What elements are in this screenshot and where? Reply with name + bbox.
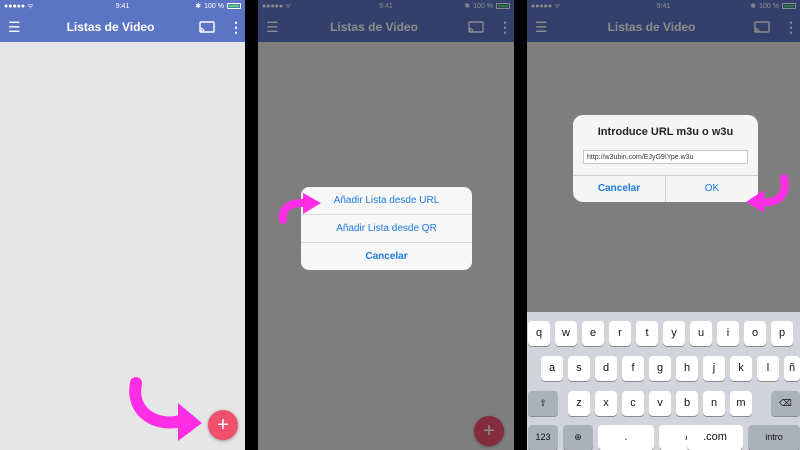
backspace-key[interactable]: ⌫ <box>771 391 800 416</box>
key-u[interactable]: u <box>690 321 712 346</box>
globe-icon: ⊕ <box>574 432 582 442</box>
key-m[interactable]: m <box>730 391 752 416</box>
add-from-url-option[interactable]: Añadir Lista desde URL <box>301 187 472 215</box>
key-h[interactable]: h <box>676 356 698 381</box>
dotcom-key[interactable]: .com <box>687 425 743 450</box>
key-k[interactable]: k <box>730 356 752 381</box>
add-list-fab[interactable]: + <box>208 410 238 440</box>
keyboard-row-2: a s d f g h j k l ñ <box>527 356 800 382</box>
return-key[interactable]: intro <box>748 425 800 450</box>
key-g[interactable]: g <box>649 356 671 381</box>
phone-screen-3: ●●●●● ᯤ 9:41 ✱ 100 % ☰ Listas de Video ⋮… <box>527 0 800 450</box>
key-w[interactable]: w <box>555 321 577 346</box>
shift-icon: ⇧ <box>539 398 547 408</box>
plus-icon: + <box>217 414 229 436</box>
key-e[interactable]: e <box>582 321 604 346</box>
key-z[interactable]: z <box>568 391 590 416</box>
key-b[interactable]: b <box>676 391 698 416</box>
key-f[interactable]: f <box>622 356 644 381</box>
key-v[interactable]: v <box>649 391 671 416</box>
key-x[interactable]: x <box>595 391 617 416</box>
status-bar: ●●●●● ᯤ 9:41 ✱ 100 % <box>0 0 245 12</box>
more-icon[interactable]: ⋮ <box>229 19 243 36</box>
key-n[interactable]: n <box>703 391 725 416</box>
keyboard-row-3: ⇧ z x c v b n m ⌫ <box>527 391 800 417</box>
key-s[interactable]: s <box>568 356 590 381</box>
key-l[interactable]: l <box>757 356 779 381</box>
shift-key[interactable]: ⇧ <box>528 391 558 416</box>
key-y[interactable]: y <box>663 321 685 346</box>
status-time: 9:41 <box>115 2 130 10</box>
dialog-buttons: Cancelar OK <box>573 175 758 202</box>
key-p[interactable]: p <box>771 321 793 346</box>
keyboard-row-4: 123 ⊕ . / .com intro <box>527 425 800 450</box>
key-t[interactable]: t <box>636 321 658 346</box>
cancel-option[interactable]: Cancelar <box>301 243 472 270</box>
key-i[interactable]: i <box>717 321 739 346</box>
key-a[interactable]: a <box>541 356 563 381</box>
add-from-qr-option[interactable]: Añadir Lista desde QR <box>301 215 472 243</box>
key-o[interactable]: o <box>744 321 766 346</box>
key-n-tilde[interactable]: ñ <box>784 356 800 381</box>
cast-icon[interactable] <box>199 21 215 33</box>
numbers-key[interactable]: 123 <box>528 425 558 450</box>
pointer-arrow-icon <box>746 174 789 213</box>
pointer-arrow-icon <box>129 377 202 441</box>
app-title: Listas de Video <box>66 20 155 34</box>
key-r[interactable]: r <box>609 321 631 346</box>
add-list-options-sheet: Añadir Lista desde URL Añadir Lista desd… <box>301 187 472 270</box>
keyboard-row-1: q w e r t y u i o p <box>527 321 800 347</box>
pointer-arrow-icon <box>278 193 321 224</box>
app-bar: ☰ Listas de Video ⋮ <box>0 12 245 42</box>
url-input[interactable]: http://w3ubin.com/EJyG9IYpe.w3u <box>583 150 748 164</box>
dot-key[interactable]: . <box>598 425 654 450</box>
key-c[interactable]: c <box>622 391 644 416</box>
key-d[interactable]: d <box>595 356 617 381</box>
battery-icon <box>227 3 241 9</box>
menu-icon[interactable]: ☰ <box>8 20 22 34</box>
url-input-dialog: Introduce URL m3u o w3u http://w3ubin.co… <box>573 115 758 202</box>
backspace-icon: ⌫ <box>779 398 792 408</box>
globe-key[interactable]: ⊕ <box>563 425 593 450</box>
key-j[interactable]: j <box>703 356 725 381</box>
key-q[interactable]: q <box>528 321 550 346</box>
dialog-title: Introduce URL m3u o w3u <box>597 126 734 138</box>
cancel-button[interactable]: Cancelar <box>573 176 666 202</box>
onscreen-keyboard: q w e r t y u i o p a s d f g h j k l ñ … <box>527 312 800 450</box>
